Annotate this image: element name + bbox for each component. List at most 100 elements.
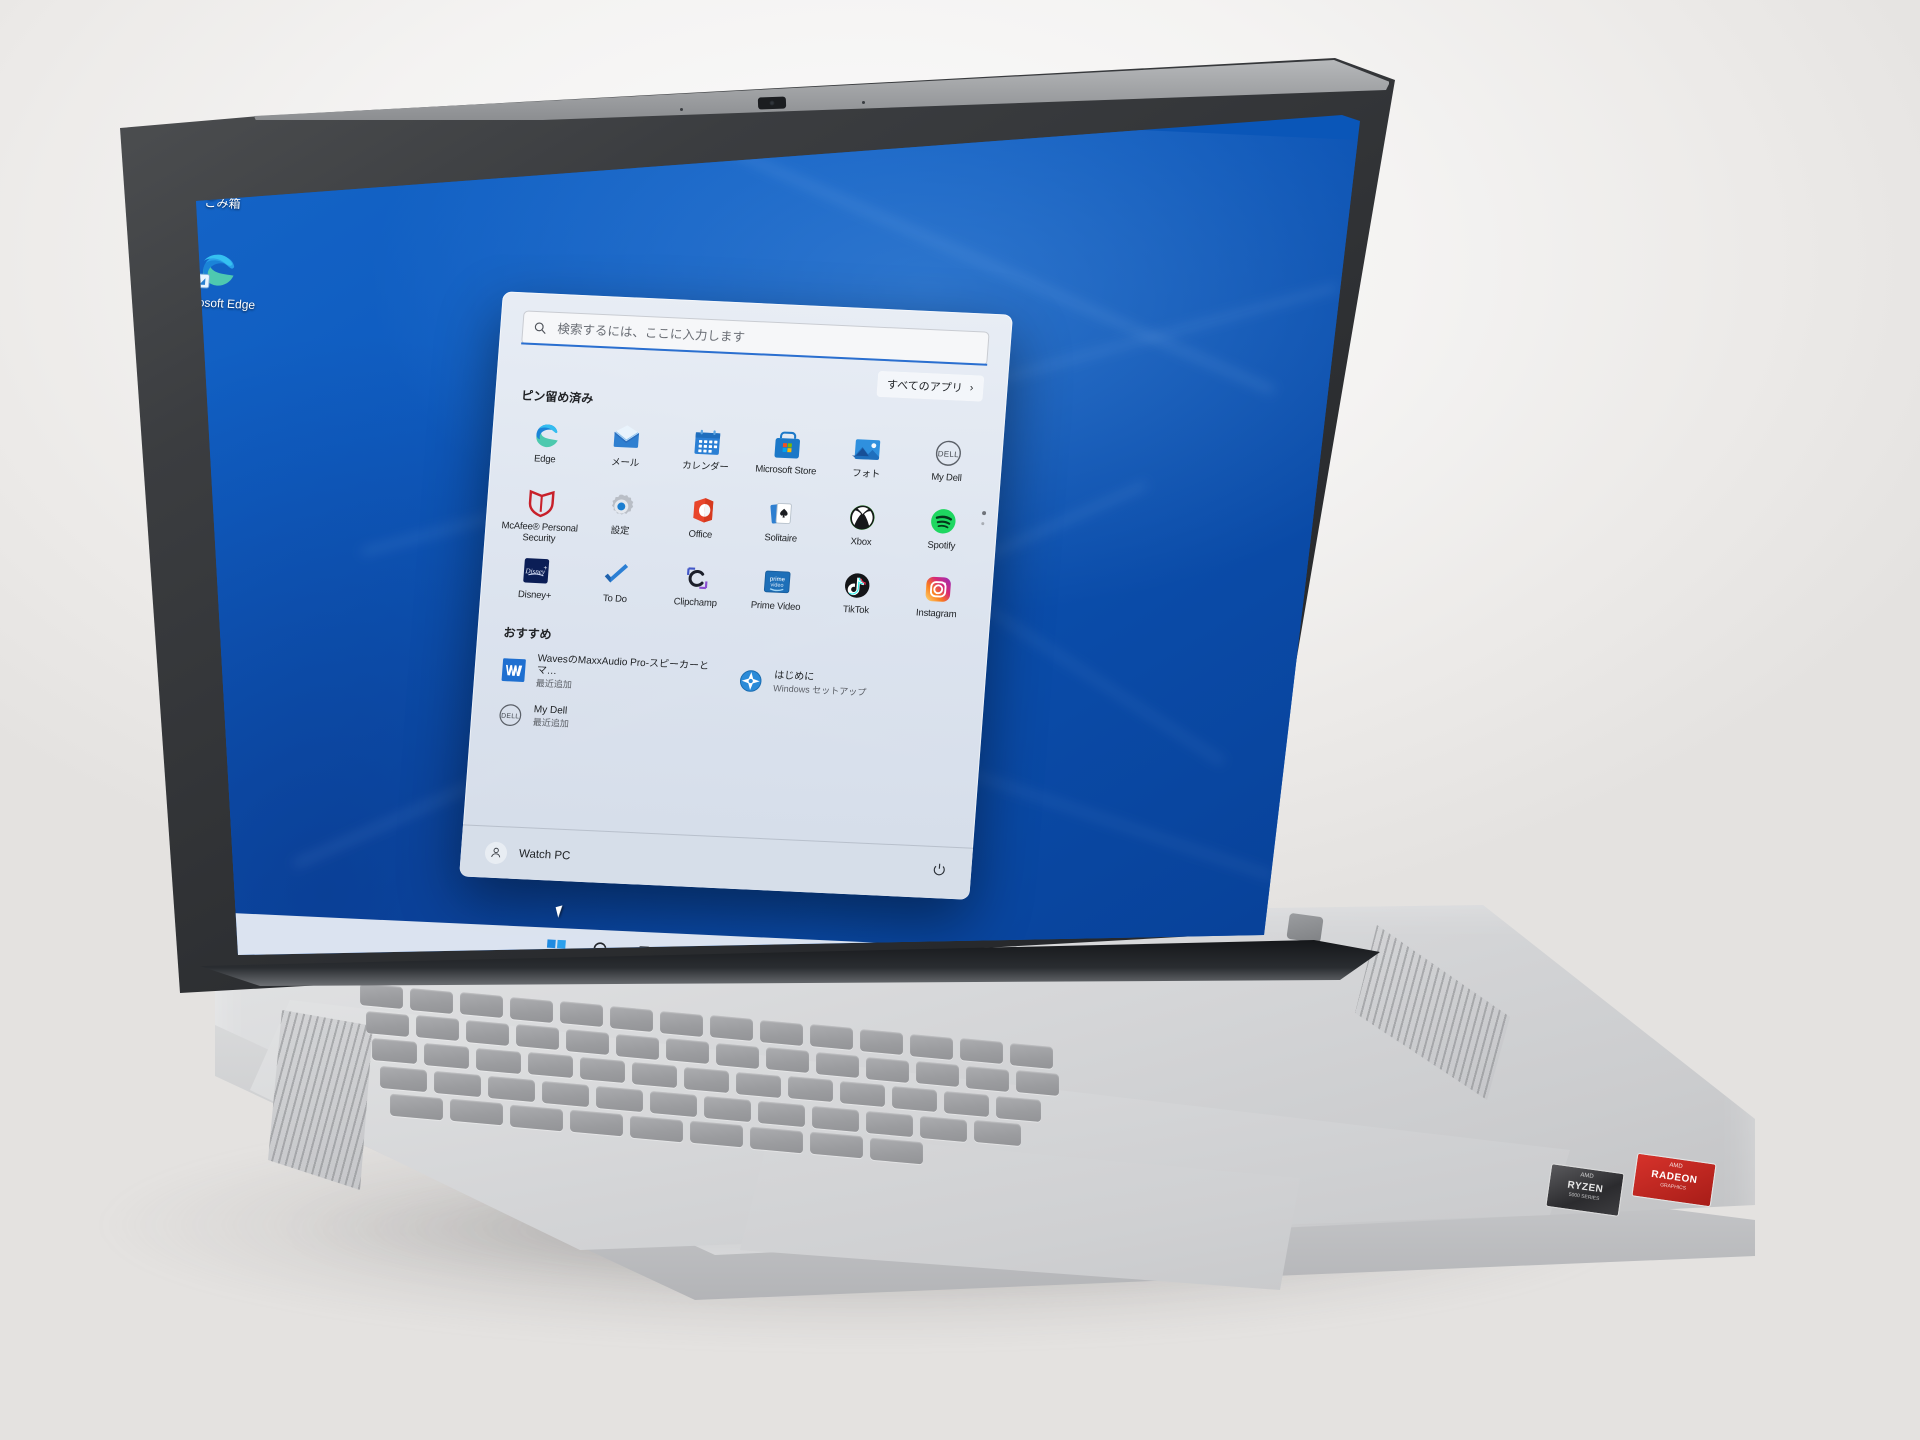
keyboard-key[interactable] — [450, 1098, 503, 1126]
keyboard-key[interactable] — [710, 1015, 753, 1042]
keyboard-key[interactable] — [812, 1105, 859, 1132]
dell-icon: DELL — [932, 438, 964, 469]
keyboard-key[interactable] — [630, 1115, 683, 1143]
pinned-page-indicator[interactable] — [981, 511, 987, 526]
keyboard-key[interactable] — [1016, 1070, 1059, 1097]
keyboard-key[interactable] — [916, 1061, 959, 1088]
pinned-app-[interactable]: フォト — [825, 426, 910, 492]
calendar-icon — [691, 427, 723, 458]
keyboard-key[interactable] — [816, 1051, 859, 1078]
dell-icon: DELL — [496, 701, 524, 728]
spotify-icon — [927, 506, 959, 537]
keyboard-key[interactable] — [460, 992, 503, 1019]
pinned-apps-grid[interactable]: Edge メール カレンダー Microsoft Store フォト DELL My Del… — [493, 411, 990, 631]
pinned-app-spotify[interactable]: Spotify — [900, 497, 985, 563]
keyboard-key[interactable] — [650, 1090, 697, 1117]
pinned-app-my-dell[interactable]: DELL My Dell — [905, 429, 990, 495]
keyboard-key[interactable] — [766, 1047, 809, 1074]
keyboard-key[interactable] — [434, 1070, 481, 1097]
pinned-app-prime-video[interactable]: prime video Prime Video — [734, 558, 819, 624]
keyboard-key[interactable] — [750, 1126, 803, 1154]
screen[interactable]: ごみ箱 Microsoft Edge 検索するには、ここに入力します すべてのア… — [196, 115, 1360, 955]
keyboard-key[interactable] — [704, 1095, 751, 1122]
pinned-app-tiktok[interactable]: TikTok — [815, 562, 900, 628]
keyboard-key[interactable] — [716, 1042, 759, 1069]
keyboard-key[interactable] — [610, 1006, 653, 1032]
recommended-list[interactable]: WavesのMaxxAudio Pro-スピーカーとマ… 最近追加 はじめに Wind… — [488, 644, 969, 756]
keyboard-key[interactable] — [736, 1071, 781, 1098]
keyboard-key[interactable] — [996, 1095, 1041, 1122]
pinned-app-edge[interactable]: Edge — [503, 411, 588, 477]
svg-text:DELL: DELL — [501, 712, 520, 720]
keyboard-key[interactable] — [910, 1033, 953, 1060]
pinned-app-microsoft-store[interactable]: Microsoft Store — [744, 422, 829, 488]
pinned-app-[interactable]: カレンダー — [664, 418, 749, 484]
keyboard-key[interactable] — [516, 1024, 559, 1051]
keyboard-key[interactable] — [866, 1110, 913, 1137]
get-started-icon — [737, 667, 765, 694]
keyboard-key[interactable] — [758, 1100, 805, 1127]
keyboard-key[interactable] — [424, 1042, 469, 1069]
mail-icon — [611, 423, 643, 454]
keyboard-key[interactable] — [476, 1047, 521, 1074]
pinned-app-[interactable]: 設定 — [579, 483, 664, 549]
pinned-app-to-do[interactable]: To Do — [574, 551, 659, 617]
keyboard[interactable] — [360, 983, 1360, 1165]
speaker-grille-left — [268, 1010, 373, 1190]
pinned-app-xbox[interactable]: Xbox — [820, 494, 905, 560]
keyboard-key[interactable] — [360, 983, 403, 1009]
power-icon[interactable] — [930, 862, 948, 884]
todo-icon — [601, 559, 633, 590]
keyboard-key[interactable] — [410, 987, 453, 1014]
keyboard-key[interactable] — [660, 1010, 703, 1037]
keyboard-key[interactable] — [960, 1038, 1003, 1065]
keyboard-key[interactable] — [666, 1038, 709, 1065]
keyboard-key[interactable] — [528, 1052, 573, 1079]
keyboard-key[interactable] — [416, 1015, 459, 1042]
keyboard-key[interactable] — [944, 1090, 989, 1117]
keyboard-key[interactable] — [616, 1033, 659, 1060]
keyboard-key[interactable] — [542, 1080, 589, 1107]
keyboard-key[interactable] — [580, 1057, 625, 1084]
keyboard-key[interactable] — [684, 1066, 729, 1093]
keyboard-key[interactable] — [390, 1093, 443, 1121]
keyboard-key[interactable] — [596, 1085, 643, 1112]
recommended-item[interactable]: はじめに Windows セットアップ — [728, 655, 969, 716]
keyboard-key[interactable] — [1010, 1042, 1053, 1069]
keyboard-key[interactable] — [860, 1029, 903, 1055]
keyboard-key[interactable] — [920, 1115, 967, 1142]
keyboard-key[interactable] — [560, 1001, 603, 1028]
keyboard-key[interactable] — [488, 1075, 535, 1102]
pinned-app-disney[interactable]: Disney + Disney+ — [493, 547, 578, 613]
power-button[interactable] — [1286, 912, 1324, 944]
pinned-app-office[interactable]: Office — [659, 486, 744, 552]
keyboard-key[interactable] — [510, 996, 553, 1023]
keyboard-key[interactable] — [870, 1137, 923, 1165]
pinned-app-clipchamp[interactable]: Clipchamp — [654, 554, 739, 620]
keyboard-key[interactable] — [510, 1104, 563, 1132]
keyboard-key[interactable] — [866, 1056, 909, 1083]
keyboard-key[interactable] — [566, 1028, 609, 1055]
keyboard-key[interactable] — [788, 1076, 833, 1103]
pinned-app-mcafee-personal-security[interactable]: McAfee® Personal Security — [498, 479, 583, 545]
pinned-app-instagram[interactable]: Instagram — [895, 565, 980, 631]
pinned-app-[interactable]: メール — [584, 415, 669, 481]
keyboard-key[interactable] — [466, 1019, 509, 1046]
keyboard-key[interactable] — [810, 1024, 853, 1051]
start-menu[interactable]: すべてのアプリ › ピン留め済み EdgeメールカレンダーMicrosoft S… — [459, 291, 1013, 900]
keyboard-key[interactable] — [380, 1065, 427, 1092]
microphone-right-icon — [862, 101, 865, 104]
keyboard-key[interactable] — [632, 1061, 677, 1089]
keyboard-key[interactable] — [840, 1081, 885, 1108]
keyboard-key[interactable] — [366, 1010, 409, 1037]
keyboard-key[interactable] — [372, 1038, 417, 1065]
keyboard-key[interactable] — [760, 1019, 803, 1046]
user-name: Watch PC — [518, 847, 571, 862]
keyboard-key[interactable] — [966, 1065, 1009, 1092]
svg-text:DELL: DELL — [937, 449, 959, 459]
pinned-app-solitaire[interactable]: Solitaire — [739, 490, 824, 556]
keyboard-key[interactable] — [892, 1085, 937, 1112]
user-account-button[interactable]: Watch PC — [484, 840, 571, 867]
keyboard-key[interactable] — [570, 1109, 623, 1137]
all-apps-button[interactable]: すべてのアプリ › — [875, 370, 985, 402]
